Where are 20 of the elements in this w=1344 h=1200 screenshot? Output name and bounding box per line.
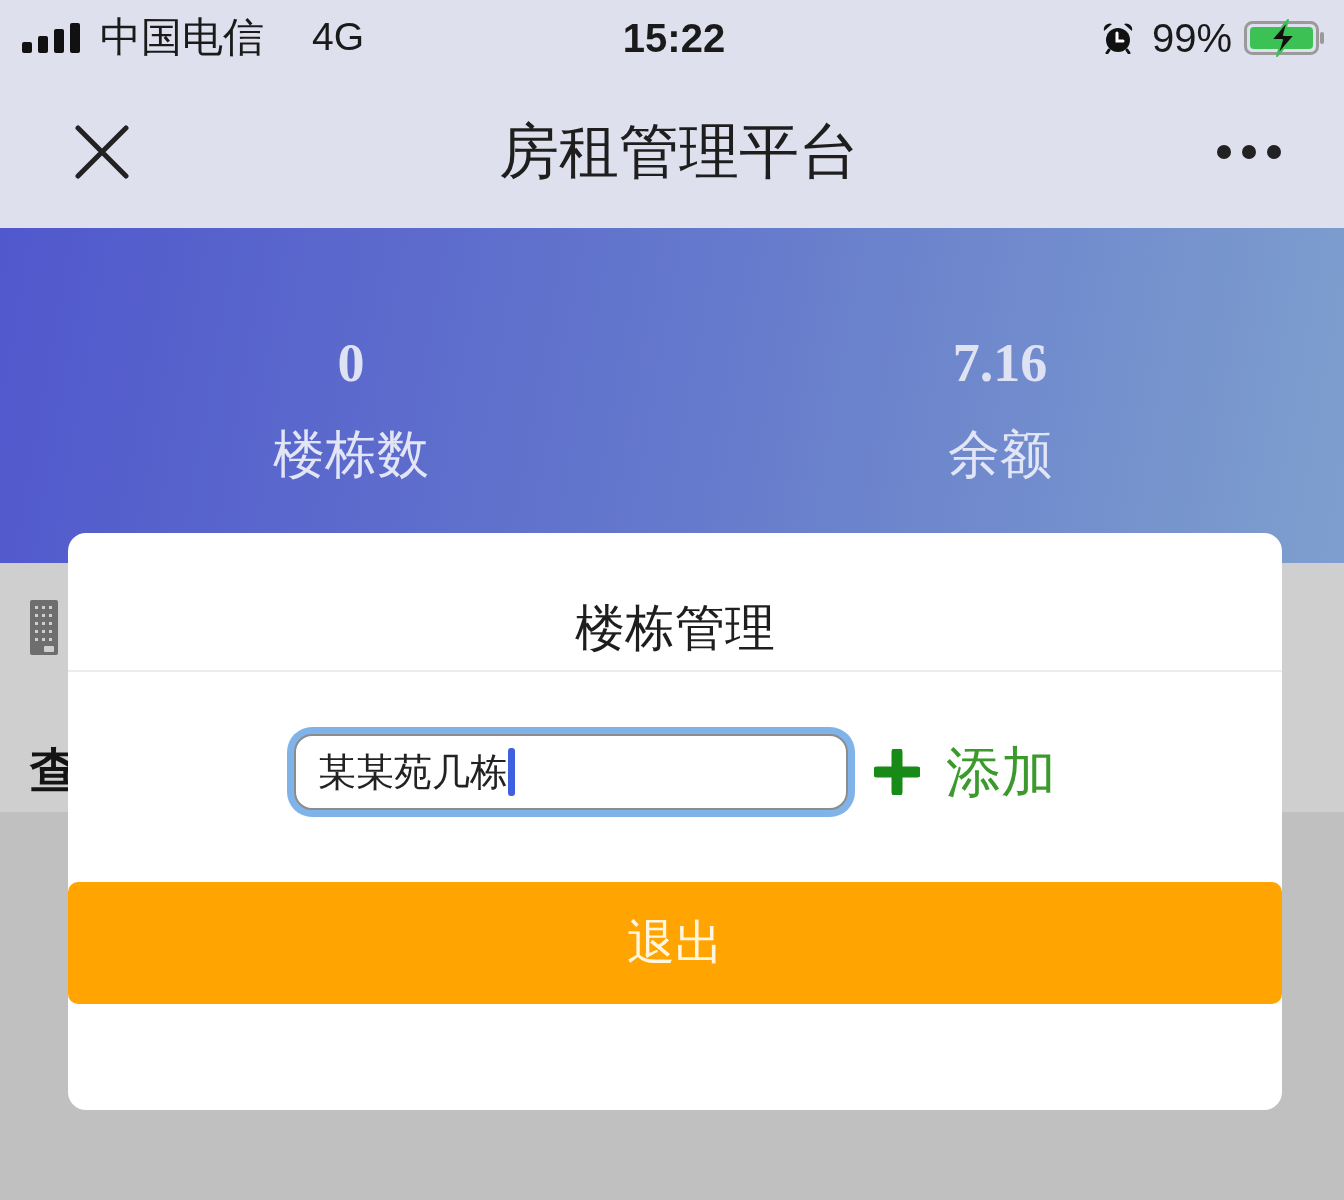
more-button[interactable] [1216, 143, 1282, 160]
network-type: 4G [312, 16, 365, 59]
dialog-title: 楼栋管理 [575, 599, 775, 658]
battery-percent: 99% [1151, 15, 1232, 60]
add-button[interactable]: 添加 [868, 739, 1056, 805]
stat-value: 0 [337, 334, 365, 394]
exit-button[interactable]: 退出 [68, 882, 1282, 1004]
page-title: 房租管理平台 [498, 116, 859, 187]
close-button[interactable] [75, 124, 129, 179]
text-cursor-icon [508, 748, 515, 796]
building-icon [30, 600, 58, 655]
stat-label: 余额 [948, 424, 1052, 486]
plus-icon [874, 749, 920, 795]
stat-label: 楼栋数 [273, 424, 429, 486]
carrier-name: 中国电信 [100, 14, 264, 61]
close-icon [75, 124, 129, 179]
signal-icon [22, 22, 82, 53]
more-icon [1216, 143, 1282, 160]
stat-value: 7.16 [952, 334, 1048, 394]
status-time: 15:22 [622, 15, 726, 60]
